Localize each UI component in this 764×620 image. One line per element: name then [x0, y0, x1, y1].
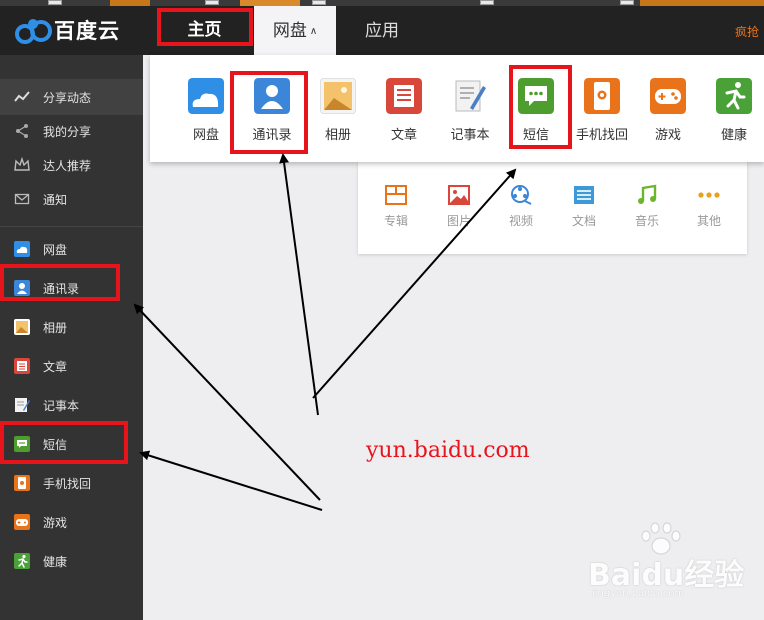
music-icon [638, 184, 657, 204]
crown-icon [14, 157, 30, 171]
menu-item-label: 游戏 [654, 128, 681, 143]
top-nav-bar: 百度云 主页 网盘 ∧ 应用 疯抢 [0, 6, 764, 55]
sidebar-item-label: 通知 [43, 193, 68, 207]
photo-icon [320, 78, 356, 114]
category-album[interactable]: 专辑 [366, 184, 426, 229]
menu-item-label: 手机找回 [575, 128, 628, 143]
category-image[interactable]: 图片 [429, 184, 489, 229]
menu-item-health[interactable]: 健康 [701, 78, 764, 148]
watermark-sub-text: jingyan.baidu.com [592, 588, 685, 599]
sidebar-item-label: 相册 [43, 321, 68, 335]
nav-app[interactable]: 应用 [336, 6, 428, 55]
baidu-jingyan-watermark: Baidu经验 jingyan.baidu.com [580, 522, 760, 612]
annotation-url: yun.baidu.com [366, 438, 530, 463]
category-label: 图片 [446, 214, 471, 228]
video-icon [511, 185, 532, 205]
sidebar-item-game[interactable]: 游戏 [0, 504, 143, 540]
menu-item-game[interactable]: 游戏 [635, 78, 701, 148]
sidebar-item-label: 健康 [43, 555, 68, 569]
sidebar-divider [0, 226, 143, 227]
runner-icon [14, 553, 30, 569]
sidebar-item-notepad[interactable]: 记事本 [0, 387, 143, 423]
sidebar-item-article[interactable]: 文章 [0, 348, 143, 384]
gamepad-icon [14, 514, 30, 530]
menu-item-photo[interactable]: 相册 [305, 78, 371, 148]
document-icon [574, 186, 594, 204]
nav-disk-label: 网盘 [272, 21, 307, 41]
header-promo-link[interactable]: 疯抢 [735, 23, 759, 40]
photo-icon [14, 319, 30, 335]
highlight-sidebar-sms [0, 421, 128, 464]
article-icon [14, 358, 30, 374]
file-category-panel: 专辑 图片 视频 文档 音乐 其他 [358, 162, 747, 254]
category-other[interactable]: 其他 [679, 184, 739, 229]
sidebar-item-label: 手机找回 [43, 477, 92, 491]
sidebar-item-my-share[interactable]: 我的分享 [0, 113, 143, 149]
category-label: 其他 [696, 214, 721, 228]
sidebar-item-disk[interactable]: 网盘 [0, 231, 143, 267]
category-video[interactable]: 视频 [491, 184, 551, 229]
logo-text: 百度云 [54, 19, 120, 43]
sidebar-item-label: 我的分享 [43, 125, 92, 139]
sidebar-item-label: 文章 [43, 360, 68, 374]
activity-icon [14, 91, 30, 102]
category-music[interactable]: 音乐 [617, 184, 677, 229]
category-document[interactable]: 文档 [554, 184, 614, 229]
sidebar-item-activity[interactable]: 分享动态 [0, 79, 143, 115]
cloud-icon [14, 241, 30, 257]
sidebar-item-recommend[interactable]: 达人推荐 [0, 147, 143, 183]
menu-item-label: 健康 [720, 128, 747, 143]
sidebar-item-label: 网盘 [43, 243, 68, 257]
arrow-to-sidebar-contacts [133, 303, 321, 501]
highlight-sms [509, 65, 572, 149]
sidebar-item-label: 游戏 [43, 516, 68, 530]
cloud-icon [188, 78, 224, 114]
album-icon [385, 185, 407, 205]
sidebar-item-label: 记事本 [43, 399, 80, 413]
highlight-home [157, 8, 253, 46]
category-label: 文档 [571, 214, 596, 228]
notepad-icon [455, 80, 486, 112]
menu-item-label: 相册 [324, 128, 351, 143]
sidebar-item-phone-find[interactable]: 手机找回 [0, 465, 143, 501]
notepad-icon [15, 398, 30, 412]
article-icon [386, 78, 422, 114]
sidebar-item-label: 达人推荐 [43, 159, 92, 173]
image-icon [448, 185, 470, 205]
sidebar-item-health[interactable]: 健康 [0, 543, 143, 579]
category-label: 视频 [508, 214, 533, 228]
arrow-to-contacts [279, 153, 319, 416]
category-label: 专辑 [383, 214, 408, 228]
runner-icon [716, 78, 752, 114]
highlight-contacts [230, 71, 308, 154]
highlight-sidebar-contacts [0, 264, 120, 301]
gamepad-icon [650, 78, 686, 114]
sidebar-item-label: 分享动态 [43, 91, 92, 105]
chevron-up-icon: ∧ [309, 26, 318, 37]
sidebar: 分享动态 我的分享 达人推荐 通知 网盘 通讯录 相册 文章 记事本 短信 手机… [0, 55, 143, 620]
sidebar-item-notify[interactable]: 通知 [0, 181, 143, 217]
menu-item-label: 文章 [390, 128, 417, 143]
phone-icon [14, 475, 30, 491]
mail-icon [14, 193, 30, 205]
category-label: 音乐 [634, 214, 659, 228]
more-icon [698, 192, 720, 198]
sidebar-item-photo[interactable]: 相册 [0, 309, 143, 345]
menu-item-article[interactable]: 文章 [371, 78, 437, 148]
share-icon [16, 124, 28, 138]
arrow-to-sidebar-sms [139, 450, 323, 511]
cloud-logo-icon [15, 19, 52, 44]
nav-disk[interactable]: 网盘 ∧ [254, 6, 336, 55]
menu-item-label: 记事本 [450, 128, 490, 143]
menu-item-phone-find[interactable]: 手机找回 [569, 78, 635, 148]
phone-icon [584, 78, 620, 114]
menu-item-notepad[interactable]: 记事本 [437, 78, 503, 148]
